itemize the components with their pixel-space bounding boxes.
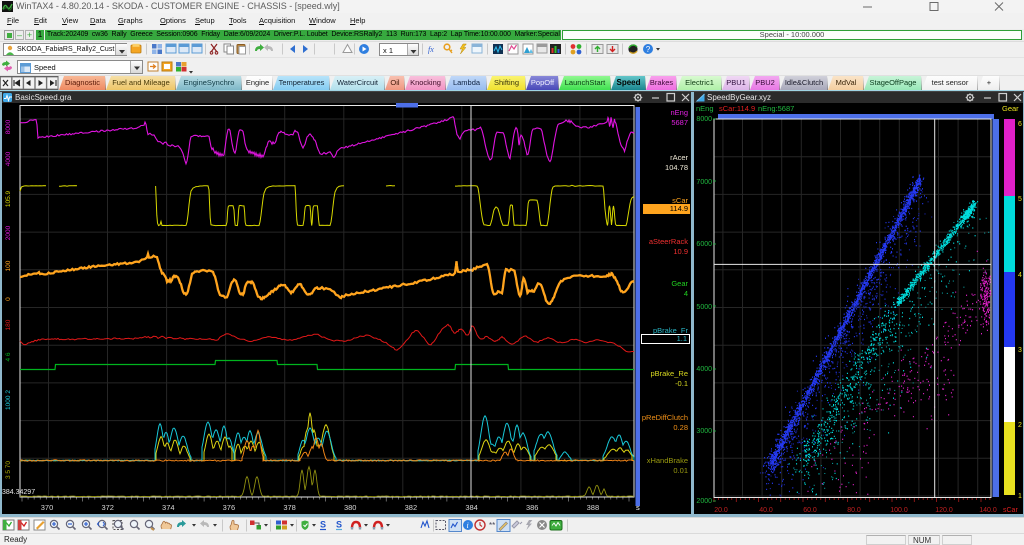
svg-text:374: 374	[162, 503, 175, 512]
svg-text:4: 4	[1018, 272, 1022, 279]
svg-text:S: S	[320, 520, 326, 530]
svg-text:370: 370	[41, 503, 54, 512]
svg-text:?: ?	[646, 45, 651, 54]
svg-text:100.0: 100.0	[890, 507, 908, 514]
svg-text:0: 0	[5, 297, 12, 301]
svg-text:60.0: 60.0	[803, 507, 817, 514]
svg-text:8000: 8000	[696, 116, 712, 123]
svg-text:380: 380	[344, 503, 357, 512]
svg-text:5000: 5000	[696, 304, 712, 311]
svg-text:2000: 2000	[5, 225, 12, 240]
svg-text:7000: 7000	[696, 179, 712, 186]
svg-text:4 6: 4 6	[5, 352, 12, 361]
svg-text:1: 1	[1018, 493, 1022, 500]
svg-text:5: 5	[1018, 196, 1022, 203]
svg-text:2000: 2000	[696, 498, 712, 505]
svg-text:388: 388	[587, 503, 600, 512]
svg-text:2: 2	[1018, 422, 1022, 429]
svg-text:378: 378	[283, 503, 296, 512]
svg-text:sCar:114.9: sCar:114.9	[719, 104, 755, 113]
svg-text:40.0: 40.0	[759, 507, 773, 514]
svg-text:384: 384	[465, 503, 478, 512]
svg-text:Gear: Gear	[1002, 104, 1019, 113]
svg-text:i: i	[467, 521, 469, 530]
svg-text:20.0: 20.0	[714, 507, 728, 514]
svg-text:140.0: 140.0	[979, 507, 997, 514]
svg-text:fx: fx	[428, 45, 434, 54]
svg-text:372: 372	[101, 503, 114, 512]
svg-text:120.0: 120.0	[935, 507, 953, 514]
svg-text:386: 386	[526, 503, 539, 512]
svg-text:4000: 4000	[5, 151, 12, 166]
svg-text:4000: 4000	[696, 366, 712, 373]
svg-text:6000: 6000	[696, 241, 712, 248]
svg-text:1000 2: 1000 2	[5, 390, 12, 410]
svg-text:3 5 70: 3 5 70	[5, 461, 12, 479]
svg-text:3000: 3000	[696, 428, 712, 435]
svg-text:180: 180	[5, 319, 12, 330]
svg-text:6: 6	[1018, 121, 1022, 128]
svg-text:382: 382	[405, 503, 418, 512]
svg-text:105.9: 105.9	[5, 190, 12, 207]
svg-text:sCar: sCar	[1003, 507, 1018, 514]
svg-text:384.34297: 384.34297	[2, 489, 35, 496]
svg-text:S: S	[336, 520, 342, 530]
svg-text:**: **	[489, 521, 495, 530]
svg-text:100: 100	[5, 260, 12, 271]
svg-text:3: 3	[1018, 347, 1022, 354]
svg-text:8000: 8000	[5, 119, 12, 134]
svg-text:nEng: nEng	[696, 104, 714, 113]
svg-text:376: 376	[223, 503, 236, 512]
svg-text:80.0: 80.0	[847, 507, 861, 514]
svg-text:nEng:5687: nEng:5687	[758, 104, 794, 113]
